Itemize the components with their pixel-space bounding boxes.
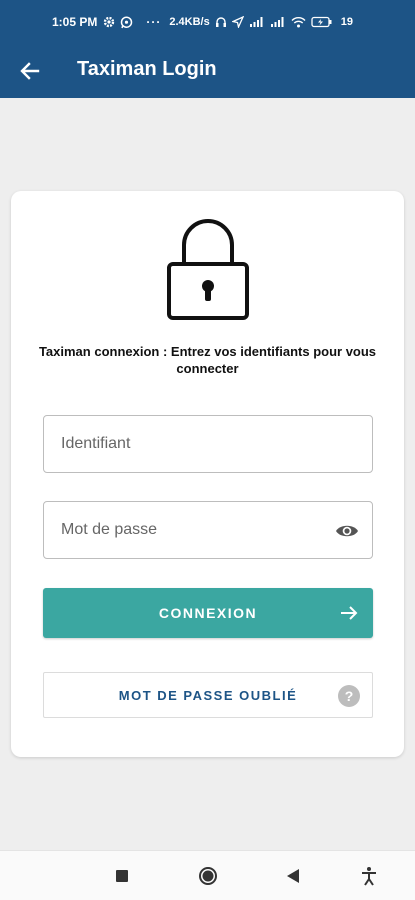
signal-icon xyxy=(270,16,286,28)
back-button[interactable] xyxy=(14,55,46,87)
signal-icon xyxy=(249,16,265,28)
status-more-dots: ··· xyxy=(146,15,162,29)
login-instruction: Taximan connexion : Entrez vos identifia… xyxy=(38,344,377,376)
page-title: Taximan Login xyxy=(77,58,217,80)
home-button[interactable] xyxy=(196,864,220,888)
status-bar: 1:05 PM ··· 2.4KB/s 19 xyxy=(0,0,415,44)
eye-icon xyxy=(336,525,358,537)
whatsapp-icon xyxy=(120,15,133,29)
arrow-right-icon xyxy=(341,606,358,620)
recent-apps-icon xyxy=(116,870,128,882)
login-button[interactable]: CONNEXION xyxy=(43,588,373,638)
password-visibility-toggle[interactable] xyxy=(335,520,359,542)
system-nav-bar xyxy=(0,850,415,900)
arrow-left-icon xyxy=(20,62,40,80)
system-back-button[interactable] xyxy=(281,864,305,888)
network-speed: 2.4KB/s xyxy=(169,16,210,28)
gear-icon xyxy=(103,16,115,28)
app-bar: 1:05 PM ··· 2.4KB/s 19 Taximan Login xyxy=(0,0,415,98)
question-circle-icon: ? xyxy=(338,685,360,707)
battery-charging-icon xyxy=(311,16,333,28)
login-button-label: CONNEXION xyxy=(158,605,258,621)
forgot-password-label: MOT DE PASSE OUBLIÉ xyxy=(118,687,298,703)
login-card: Taximan connexion : Entrez vos identifia… xyxy=(11,191,404,757)
back-triangle-icon xyxy=(287,869,299,883)
username-input[interactable] xyxy=(44,416,372,472)
home-icon xyxy=(199,867,217,885)
padlock-icon xyxy=(167,219,249,320)
username-field[interactable] xyxy=(43,415,373,473)
recent-apps-button[interactable] xyxy=(110,864,134,888)
password-field[interactable] xyxy=(43,501,373,559)
forgot-password-button[interactable]: MOT DE PASSE OUBLIÉ ? xyxy=(43,672,373,718)
status-time: 1:05 PM xyxy=(52,15,98,29)
toolbar: Taximan Login xyxy=(0,44,415,98)
wifi-icon xyxy=(291,16,306,28)
location-arrow-icon xyxy=(231,16,244,28)
accessibility-button[interactable] xyxy=(357,864,381,888)
headphones-icon xyxy=(215,16,227,28)
battery-percent: 19 xyxy=(340,16,353,28)
accessibility-icon xyxy=(362,867,376,886)
password-input[interactable] xyxy=(44,502,372,558)
